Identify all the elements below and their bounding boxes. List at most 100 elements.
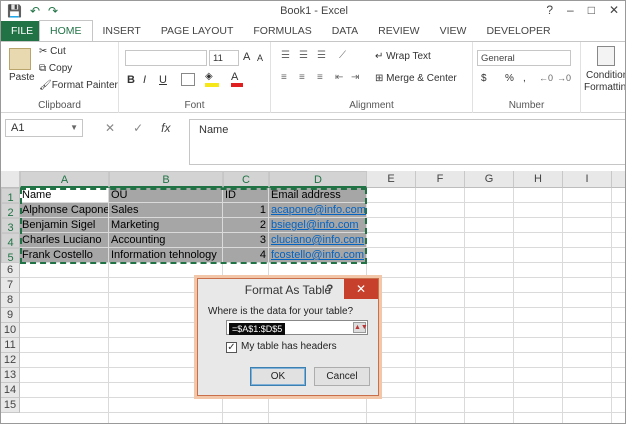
paste-icon[interactable] <box>9 48 31 70</box>
format-painter-button[interactable]: 🖌Format Painter <box>39 80 118 91</box>
align-bottom-icon[interactable]: ☰ <box>317 50 326 61</box>
row-header-10[interactable]: 10 <box>1 323 20 338</box>
row-header-12[interactable]: 12 <box>1 353 20 368</box>
column-header-f[interactable]: F <box>416 171 465 188</box>
tab-page-layout[interactable]: PAGE LAYOUT <box>151 21 244 41</box>
column-header-e[interactable]: E <box>367 171 416 188</box>
font-color-icon[interactable]: A <box>231 71 243 87</box>
copy-button[interactable]: ⧉ Copy <box>39 63 72 74</box>
cell-d4[interactable]: cluciano@info.com <box>269 233 367 248</box>
tab-view[interactable]: VIEW <box>430 21 477 41</box>
close-button[interactable]: ✕ <box>609 3 619 17</box>
row-header-5[interactable]: 5 <box>1 248 20 264</box>
wrap-text-button[interactable]: ↵ Wrap Text <box>375 51 431 62</box>
align-middle-icon[interactable]: ☰ <box>299 50 308 61</box>
column-header-c[interactable]: C <box>223 171 269 188</box>
shrink-font-button[interactable]: A <box>257 53 263 63</box>
formula-input[interactable]: Name <box>189 119 625 165</box>
comma-button[interactable]: , <box>523 73 526 84</box>
headers-checkbox[interactable]: ✓ <box>226 342 237 353</box>
cut-button[interactable]: ✂ Cut <box>39 46 66 57</box>
italic-button[interactable]: I <box>143 74 146 86</box>
row-header-11[interactable]: 11 <box>1 338 20 353</box>
cell-d5[interactable]: fcostello@info.com <box>269 248 367 263</box>
dialog-close-button[interactable]: ✕ <box>344 279 378 299</box>
cell-a3[interactable]: Benjamin Sigel <box>20 218 109 233</box>
cell-c2[interactable]: 1 <box>223 203 269 218</box>
cell-c1[interactable]: ID <box>223 188 269 203</box>
tab-formulas[interactable]: FORMULAS <box>243 21 321 41</box>
increase-indent-icon[interactable]: ⇥ <box>351 72 359 83</box>
row-header-1[interactable]: 1 <box>1 188 20 204</box>
insert-function-icon[interactable]: fx <box>161 121 170 135</box>
font-size-select[interactable]: 11 <box>209 50 239 66</box>
fill-color-icon[interactable]: ◈ <box>205 71 219 87</box>
tab-data[interactable]: DATA <box>322 21 368 41</box>
cell-d3[interactable]: bsiegel@info.com <box>269 218 367 233</box>
enter-icon[interactable]: ✓ <box>133 121 143 135</box>
paste-button[interactable]: Paste <box>9 72 35 83</box>
tab-insert[interactable]: INSERT <box>93 21 151 41</box>
tab-file[interactable]: FILE <box>1 21 39 41</box>
column-header-h[interactable]: H <box>514 171 563 188</box>
cell-c4[interactable]: 3 <box>223 233 269 248</box>
row-header-14[interactable]: 14 <box>1 383 20 398</box>
row-header-6[interactable]: 6 <box>1 263 20 278</box>
number-format-select[interactable]: General <box>477 50 571 66</box>
row-header-4[interactable]: 4 <box>1 233 20 249</box>
minimize-button[interactable]: – <box>567 3 574 17</box>
column-header-d[interactable]: D <box>269 171 367 188</box>
font-name-select[interactable] <box>125 50 207 66</box>
align-top-icon[interactable]: ☰ <box>281 50 290 61</box>
range-input[interactable]: =$A$1:$D$5 ▲▼ <box>226 320 368 335</box>
decrease-indent-icon[interactable]: ⇤ <box>335 72 343 83</box>
name-box[interactable]: A1 ▼ <box>5 119 83 137</box>
cell-d1[interactable]: Email address <box>269 188 367 203</box>
currency-button[interactable]: $ <box>481 73 487 84</box>
row-header-8[interactable]: 8 <box>1 293 20 308</box>
underline-button[interactable]: U <box>159 74 167 86</box>
row-header-15[interactable]: 15 <box>1 398 20 413</box>
cell-c3[interactable]: 2 <box>223 218 269 233</box>
cancel-button[interactable]: Cancel <box>314 367 370 386</box>
cell-b5[interactable]: Information tehnology <box>109 248 223 263</box>
bold-button[interactable]: B <box>127 74 135 86</box>
percent-button[interactable]: % <box>505 73 514 84</box>
column-header-i[interactable]: I <box>563 171 612 188</box>
cell-b4[interactable]: Accounting <box>109 233 223 248</box>
row-header-9[interactable]: 9 <box>1 308 20 323</box>
collapse-dialog-icon[interactable]: ▲▼ <box>353 322 368 333</box>
increase-decimal-icon[interactable]: ←0 <box>539 73 553 83</box>
tab-review[interactable]: REVIEW <box>368 21 429 41</box>
row-header-2[interactable]: 2 <box>1 203 20 219</box>
align-left-icon[interactable]: ≡ <box>281 72 287 83</box>
column-header-b[interactable]: B <box>109 171 223 188</box>
column-header-g[interactable]: G <box>465 171 514 188</box>
cell-d2[interactable]: acapone@info.com <box>269 203 367 218</box>
conditional-formatting-button[interactable]: Condition <box>586 70 625 81</box>
ok-button[interactable]: OK <box>250 367 306 386</box>
align-right-icon[interactable]: ≡ <box>317 72 323 83</box>
cell-a4[interactable]: Charles Luciano <box>20 233 109 248</box>
cell-a1[interactable]: Name <box>20 188 109 203</box>
decrease-decimal-icon[interactable]: →0 <box>557 73 571 83</box>
conditional-formatting-icon[interactable] <box>597 46 615 66</box>
row-header-7[interactable]: 7 <box>1 278 20 293</box>
cell-b2[interactable]: Sales <box>109 203 223 218</box>
cell-b3[interactable]: Marketing <box>109 218 223 233</box>
align-center-icon[interactable]: ≡ <box>299 72 305 83</box>
headers-checkbox-label[interactable]: My table has headers <box>241 341 337 352</box>
row-header-3[interactable]: 3 <box>1 218 20 234</box>
tab-developer[interactable]: DEVELOPER <box>476 21 560 41</box>
dialog-help-button[interactable]: ? <box>326 282 333 296</box>
orientation-icon[interactable]: ⟋ <box>339 50 346 61</box>
help-button[interactable]: ? <box>546 3 553 17</box>
cell-c5[interactable]: 4 <box>223 248 269 263</box>
merge-center-button[interactable]: ⊞ Merge & Center <box>375 73 457 84</box>
cell-a5[interactable]: Frank Costello <box>20 248 109 263</box>
tab-home[interactable]: HOME <box>39 20 93 41</box>
column-header-a[interactable]: A <box>20 171 109 188</box>
cancel-icon[interactable]: ✕ <box>105 121 115 135</box>
cell-b1[interactable]: OU <box>109 188 223 203</box>
cell-a2[interactable]: Alphonse Capone <box>20 203 109 218</box>
